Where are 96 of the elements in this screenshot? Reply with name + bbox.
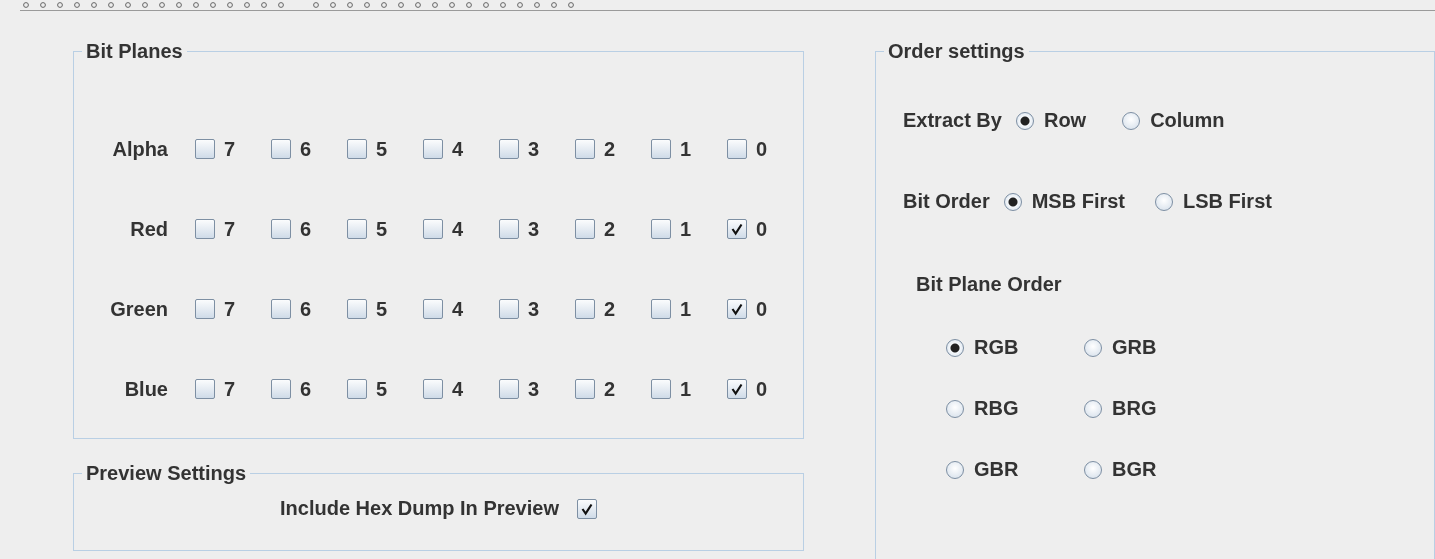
bit-label: 4: [452, 377, 464, 401]
channel-label: Alpha: [111, 137, 168, 161]
bit-label: 1: [680, 137, 692, 161]
bit-label: 7: [224, 377, 236, 401]
checkbox[interactable]: [423, 379, 443, 399]
radio-label: RGB: [974, 336, 1019, 359]
field-label: Extract By: [903, 109, 1002, 132]
bit-label: 7: [224, 297, 236, 321]
channel-label: Blue: [123, 377, 168, 401]
bit-label: 4: [452, 137, 464, 161]
bit-label: 5: [376, 297, 388, 321]
checkbox[interactable]: [727, 379, 747, 399]
radio-button[interactable]: [1084, 338, 1102, 357]
checkbox[interactable]: [423, 219, 443, 239]
checkbox[interactable]: [575, 299, 595, 319]
bit-label: 1: [680, 297, 692, 321]
bit-label: 4: [452, 217, 464, 241]
checkbox[interactable]: [575, 139, 595, 159]
bit-label: 5: [376, 137, 388, 161]
radio-label: BGR: [1112, 458, 1157, 481]
bit-label: 2: [604, 297, 616, 321]
radio-button[interactable]: [946, 399, 964, 418]
section-title: Bit Plane Order: [915, 273, 1063, 296]
radio-label: Row: [1043, 109, 1087, 132]
checkbox[interactable]: [575, 219, 595, 239]
bit-label: 5: [376, 217, 388, 241]
bit-label: 1: [680, 217, 692, 241]
radio-label: MSB First: [1031, 190, 1126, 213]
bit-label: 3: [528, 137, 540, 161]
bit-label: 3: [528, 217, 540, 241]
checkbox[interactable]: [499, 219, 519, 239]
bit-label: 2: [604, 137, 616, 161]
bit-label: 0: [756, 137, 768, 161]
group-title: Order settings: [887, 39, 1026, 63]
group-title: Bit Planes: [85, 39, 184, 63]
checkbox[interactable]: [271, 139, 291, 159]
checkbox[interactable]: [423, 139, 443, 159]
radio-button[interactable]: [1084, 460, 1102, 479]
bit-label: 3: [528, 297, 540, 321]
radio-button[interactable]: [1015, 111, 1034, 130]
checkbox[interactable]: [271, 299, 291, 319]
checkbox[interactable]: [651, 219, 671, 239]
checkbox[interactable]: [195, 299, 215, 319]
checkbox[interactable]: [271, 219, 291, 239]
checkbox[interactable]: [347, 139, 367, 159]
bit-label: 7: [224, 217, 236, 241]
checkbox[interactable]: [499, 379, 519, 399]
checkbox-label: Include Hex Dump In Preview: [280, 497, 559, 520]
checkbox[interactable]: [271, 379, 291, 399]
bit-label: 3: [528, 377, 540, 401]
radio-label: BRG: [1112, 397, 1157, 420]
radio-label: LSB First: [1183, 190, 1272, 213]
field-label: Bit Order: [903, 190, 990, 213]
radio-label: GRB: [1112, 336, 1157, 359]
checkbox[interactable]: [651, 299, 671, 319]
radio-label: Column: [1150, 109, 1225, 132]
radio-button[interactable]: [946, 460, 964, 479]
channel-label: Red: [129, 217, 168, 241]
bit-label: 0: [756, 217, 768, 241]
radio-button[interactable]: [1003, 192, 1022, 211]
checkbox[interactable]: [727, 219, 747, 239]
radio-button[interactable]: [1084, 399, 1102, 418]
bit-label: 6: [300, 377, 312, 401]
bit-label: 4: [452, 297, 464, 321]
bit-label: 6: [300, 217, 312, 241]
checkbox[interactable]: [347, 379, 367, 399]
checkbox[interactable]: [651, 139, 671, 159]
checkbox[interactable]: [651, 379, 671, 399]
bit-label: 5: [376, 377, 388, 401]
bit-label: 6: [300, 297, 312, 321]
bit-label: 6: [300, 137, 312, 161]
channel-label: Green: [109, 297, 168, 321]
radio-label: GBR: [974, 458, 1019, 481]
checkbox[interactable]: [727, 139, 747, 159]
bit-label: 0: [756, 377, 768, 401]
group-title: Preview Settings: [85, 461, 248, 485]
bit-label: 1: [680, 377, 692, 401]
checkbox[interactable]: [195, 139, 215, 159]
bit-label: 2: [604, 217, 616, 241]
bit-label: 7: [224, 137, 236, 161]
checkbox[interactable]: [499, 139, 519, 159]
bit-label: 0: [756, 297, 768, 321]
checkbox[interactable]: [423, 299, 443, 319]
checkbox[interactable]: [195, 219, 215, 239]
checkbox[interactable]: [727, 299, 747, 319]
radio-button[interactable]: [946, 338, 964, 357]
radio-button[interactable]: [1155, 192, 1174, 211]
bit-label: 2: [604, 377, 616, 401]
radio-button[interactable]: [1122, 111, 1141, 130]
checkbox[interactable]: [195, 379, 215, 399]
radio-label: RBG: [974, 397, 1019, 420]
checkbox[interactable]: [499, 299, 519, 319]
checkbox[interactable]: [575, 379, 595, 399]
checkbox[interactable]: [347, 219, 367, 239]
checkbox[interactable]: [347, 299, 367, 319]
checkbox[interactable]: [577, 498, 597, 519]
